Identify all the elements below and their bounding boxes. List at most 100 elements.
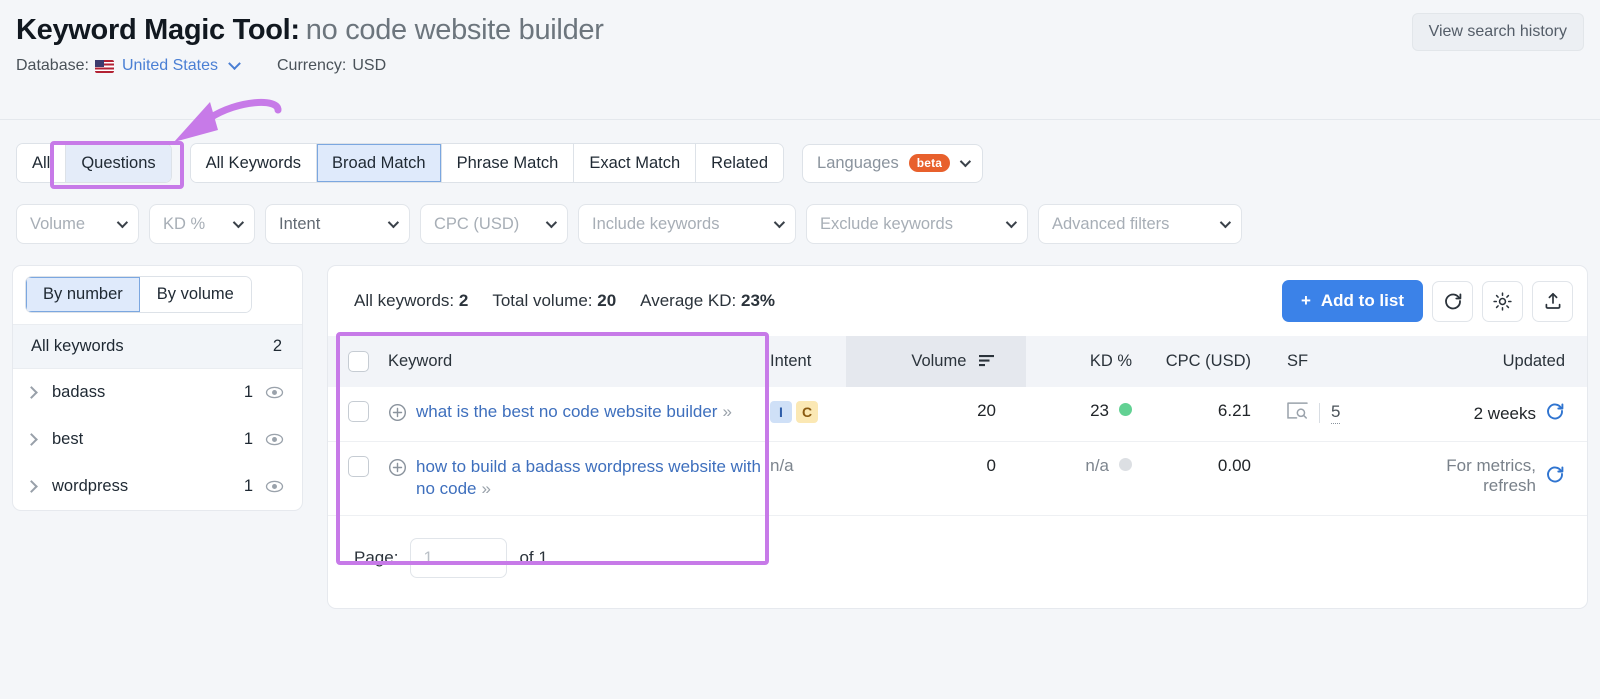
column-header-sf[interactable]: SF — [1269, 336, 1389, 387]
page-label: Page: — [354, 547, 399, 567]
volume-cell: 0 — [846, 441, 1026, 516]
grouping-toggle: By number By volume — [13, 266, 302, 324]
column-header-kd[interactable]: KD % — [1026, 336, 1144, 387]
intent-cell: n/a — [770, 441, 846, 516]
eye-icon[interactable] — [265, 477, 284, 496]
filter-include-keywords[interactable]: Include keywords — [578, 204, 796, 244]
kd-status-dot — [1119, 458, 1132, 471]
select-all-checkbox[interactable] — [347, 351, 369, 372]
filter-intent-label: Intent — [279, 214, 321, 233]
currency-label: Currency: — [277, 57, 347, 75]
updated-value: For metrics, refresh — [1446, 456, 1536, 495]
settings-gear-button[interactable] — [1482, 280, 1523, 322]
filter-kd[interactable]: KD % — [149, 204, 255, 244]
eye-icon[interactable] — [265, 383, 284, 402]
chevron-down-icon[interactable] — [545, 216, 558, 229]
row-checkbox[interactable] — [347, 401, 369, 422]
sidebar-item-best[interactable]: best 1 — [13, 416, 302, 463]
sidebar-item-all-keywords[interactable]: All keywords 2 — [13, 324, 302, 369]
toggle-by-volume[interactable]: By volume — [139, 277, 251, 312]
meta-row: Database: United States Currency: USD — [16, 57, 1584, 75]
filter-volume[interactable]: Volume — [16, 204, 139, 244]
chevron-down-icon[interactable] — [1219, 216, 1232, 229]
view-search-history-button[interactable]: View search history — [1411, 13, 1584, 51]
refresh-icon[interactable] — [1545, 401, 1565, 426]
chevron-right-icon[interactable] — [25, 433, 38, 446]
tab-all-keywords[interactable]: All Keywords — [190, 144, 318, 182]
expand-chevrons-icon[interactable]: » — [722, 402, 731, 421]
refresh-icon[interactable] — [1545, 464, 1565, 489]
serp-features-icon[interactable] — [1287, 401, 1308, 425]
chevron-down-icon[interactable] — [1005, 216, 1018, 229]
summary-all-keywords-value: 2 — [458, 291, 469, 310]
filter-intent[interactable]: Intent — [265, 204, 410, 244]
add-keyword-icon[interactable] — [388, 403, 407, 427]
filter-exclude-keywords-label: Exclude keywords — [820, 214, 953, 233]
tab-questions[interactable]: Questions — [66, 144, 171, 182]
keyword-link[interactable]: what is the best no code website builder… — [416, 401, 732, 423]
chevron-right-icon[interactable] — [25, 480, 38, 493]
keywords-table-panel: All keywords: 2 Total volume: 20 Average… — [327, 265, 1588, 609]
table-toolbar: All keywords: 2 Total volume: 20 Average… — [328, 266, 1587, 336]
sf-cell — [1269, 441, 1389, 516]
summary-all-keywords: All keywords: 2 — [354, 291, 468, 311]
chevron-down-icon[interactable] — [228, 57, 241, 70]
plus-icon: + — [1300, 291, 1311, 310]
grouping-toggle-group: By number By volume — [25, 276, 252, 313]
filter-advanced[interactable]: Advanced filters — [1038, 204, 1242, 244]
database-selector[interactable]: Database: United States — [16, 57, 241, 75]
eye-icon[interactable] — [265, 430, 284, 449]
page-input[interactable] — [410, 537, 508, 578]
table-header-row: Keyword Intent Volume KD % CPC (USD) SF … — [328, 336, 1587, 387]
tab-exact-match[interactable]: Exact Match — [574, 144, 697, 182]
currency-display: Currency: USD — [277, 57, 386, 75]
table-row[interactable]: how to build a badass wordpress website … — [328, 441, 1587, 516]
refresh-button[interactable] — [1432, 280, 1473, 322]
title-row: Keyword Magic Tool: no code website build… — [16, 12, 1584, 48]
cpc-cell: 6.21 — [1144, 387, 1269, 442]
sort-descending-icon — [979, 355, 994, 367]
keyword-cell: what is the best no code website builder… — [388, 387, 770, 442]
languages-dropdown[interactable]: Languages beta — [802, 143, 984, 183]
tab-phrase-match[interactable]: Phrase Match — [441, 144, 575, 182]
column-header-volume[interactable]: Volume — [846, 336, 1026, 387]
row-select-cell — [328, 441, 388, 516]
chevron-down-icon[interactable] — [232, 216, 245, 229]
tab-related[interactable]: Related — [696, 144, 784, 182]
add-keyword-icon[interactable] — [388, 458, 407, 482]
filter-cpc[interactable]: CPC (USD) — [420, 204, 568, 244]
summary-stats: All keywords: 2 Total volume: 20 Average… — [354, 291, 775, 311]
tab-bar: All Questions All Keywords Broad Match P… — [16, 143, 984, 183]
filter-exclude-keywords[interactable]: Exclude keywords — [806, 204, 1028, 244]
sidebar-item-wordpress[interactable]: wordpress 1 — [13, 463, 302, 510]
tab-all[interactable]: All — [17, 144, 67, 182]
column-header-cpc[interactable]: CPC (USD) — [1144, 336, 1269, 387]
add-to-list-button[interactable]: + Add to list — [1281, 280, 1423, 322]
row-checkbox[interactable] — [347, 456, 369, 477]
add-to-list-label: Add to list — [1320, 291, 1404, 310]
summary-total-volume-value: 20 — [597, 291, 617, 310]
page-title-query: no code website builder — [305, 14, 604, 46]
column-header-intent[interactable]: Intent — [770, 336, 846, 387]
keyword-link[interactable]: how to build a badass wordpress website … — [416, 456, 770, 501]
sf-cell: 5 — [1269, 387, 1389, 442]
chevron-down-icon[interactable] — [116, 216, 129, 229]
chevron-down-icon[interactable] — [387, 216, 400, 229]
expand-chevrons-icon[interactable]: » — [482, 479, 491, 498]
column-header-updated[interactable]: Updated — [1389, 336, 1587, 387]
tab-broad-match[interactable]: Broad Match — [317, 144, 442, 182]
column-header-keyword[interactable]: Keyword — [388, 336, 770, 387]
export-button[interactable] — [1532, 280, 1573, 322]
chevron-down-icon[interactable] — [959, 155, 972, 168]
table-row[interactable]: what is the best no code website builder… — [328, 387, 1587, 442]
group-label: best — [52, 430, 84, 448]
sidebar-item-badass[interactable]: badass 1 — [13, 369, 302, 416]
chevron-down-icon[interactable] — [773, 216, 786, 229]
sf-count[interactable]: 5 — [1331, 402, 1341, 424]
database-value[interactable]: United States — [122, 57, 218, 75]
intent-badge-commercial[interactable]: C — [796, 401, 818, 423]
intent-badge-informational[interactable]: I — [770, 401, 792, 423]
chevron-right-icon[interactable] — [25, 386, 38, 399]
toggle-by-number[interactable]: By number — [26, 277, 140, 312]
keyword-text: how to build a badass wordpress website … — [416, 457, 761, 499]
